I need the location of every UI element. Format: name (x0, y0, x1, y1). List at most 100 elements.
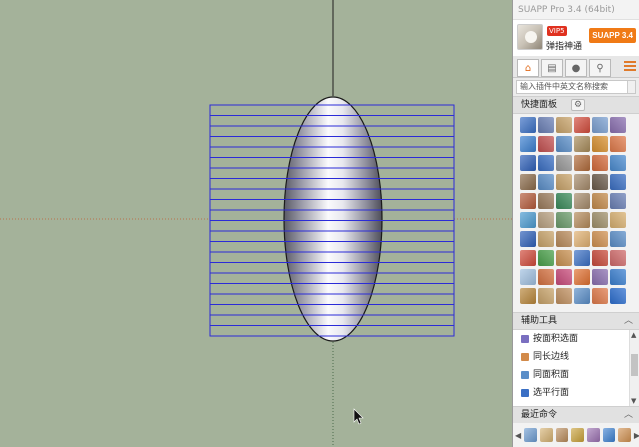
plugin-tool-icon[interactable] (556, 212, 572, 228)
plugin-tool-icon[interactable] (574, 231, 590, 247)
plugin-tool-icon[interactable] (556, 231, 572, 247)
recent-command-icon[interactable] (586, 428, 600, 442)
plugin-tool-icon[interactable] (520, 231, 536, 247)
plugin-tool-icon[interactable] (592, 250, 608, 266)
plugin-tool-icon[interactable] (556, 250, 572, 266)
panel-title: SUAPP Pro 3.4 (64bit) (513, 0, 639, 20)
tab-home[interactable]: ⌂ (517, 59, 539, 77)
helper-item[interactable]: 同长边线 (513, 348, 639, 366)
plugin-tool-icon[interactable] (610, 212, 626, 228)
plugin-tool-icon[interactable] (520, 250, 536, 266)
tab-search[interactable]: ⚲ (589, 59, 611, 77)
plugin-tool-icon[interactable] (538, 174, 554, 190)
tab-user[interactable]: ● (565, 59, 587, 77)
plugin-tool-icon[interactable] (520, 212, 536, 228)
plugin-tool-icon[interactable] (556, 193, 572, 209)
helper-tools-header[interactable]: 辅助工具 ︿ (513, 312, 639, 330)
plugin-tool-icon[interactable] (574, 269, 590, 285)
plugin-tool-icon[interactable] (556, 288, 572, 304)
username[interactable]: 弹指神通 (546, 39, 582, 52)
recent-command-icon[interactable] (524, 428, 537, 442)
plugin-tool-icon[interactable] (592, 174, 608, 190)
plugin-tool-icon[interactable] (538, 231, 554, 247)
avatar[interactable] (517, 24, 543, 50)
plugin-tool-icon[interactable] (592, 269, 608, 285)
plugin-tool-icon[interactable] (574, 288, 590, 304)
plugin-tool-icon[interactable] (538, 250, 554, 266)
plugin-tool-icon[interactable] (556, 155, 572, 171)
plugin-tool-icon[interactable] (574, 155, 590, 171)
plugin-tool-icon[interactable] (610, 117, 626, 133)
quick-panel-header[interactable]: 快捷面板 ⚙ (513, 96, 639, 114)
plugin-tool-icon[interactable] (574, 136, 590, 152)
helper-item[interactable]: 选平行面 (513, 384, 639, 402)
plugin-tool-icon[interactable] (538, 212, 554, 228)
chevron-up-icon[interactable]: ︿ (624, 313, 633, 329)
helper-item[interactable]: 按面积选面 (513, 330, 639, 348)
scroll-up-icon[interactable]: ▲ (631, 331, 636, 339)
menu-icon[interactable] (624, 61, 636, 73)
search-placeholder: 输入插件中英文名称搜索 (520, 82, 608, 91)
gear-icon[interactable]: ⚙ (571, 99, 585, 111)
search-scroll[interactable] (627, 81, 635, 93)
plugin-tool-icon[interactable] (538, 117, 554, 133)
plugin-tool-icon[interactable] (556, 174, 572, 190)
helper-item-icon (521, 389, 529, 397)
plugin-tool-icon[interactable] (592, 117, 608, 133)
brand-badge[interactable]: SUAPP 3.4 (589, 28, 636, 43)
plugin-tool-icon[interactable] (592, 288, 608, 304)
recent-command-icon[interactable] (602, 428, 616, 442)
plugin-tool-icon[interactable] (610, 136, 626, 152)
viewport-canvas[interactable] (0, 0, 512, 447)
modeling-viewport[interactable] (0, 0, 512, 447)
plugin-tool-icon[interactable] (610, 231, 626, 247)
plugin-tool-icon[interactable] (556, 117, 572, 133)
plugin-tool-icon[interactable] (520, 155, 536, 171)
scroll-right-icon[interactable]: ▶ (634, 431, 639, 440)
recent-commands-header[interactable]: 最近命令 ︿ (513, 406, 639, 424)
recent-command-icon[interactable] (555, 428, 569, 442)
helper-item[interactable]: 同面积面 (513, 366, 639, 384)
recent-command-icon[interactable] (571, 428, 584, 442)
plugin-tool-icon[interactable] (610, 193, 626, 209)
plugin-tool-icon[interactable] (574, 117, 590, 133)
plugin-tool-icon[interactable] (520, 136, 536, 152)
plugin-tool-icon[interactable] (574, 250, 590, 266)
plugin-tool-icon[interactable] (574, 193, 590, 209)
plugin-tool-icon[interactable] (520, 193, 536, 209)
scroll-down-icon[interactable]: ▼ (631, 397, 636, 405)
plugin-tool-icon[interactable] (610, 250, 626, 266)
scroll-thumb[interactable] (631, 354, 638, 376)
plugin-tool-icon[interactable] (592, 155, 608, 171)
plugin-tool-icon[interactable] (520, 117, 536, 133)
plugin-tool-icon[interactable] (538, 269, 554, 285)
scroll-left-icon[interactable]: ◀ (515, 431, 521, 440)
plugin-tool-icon[interactable] (538, 193, 554, 209)
plugin-tool-icon[interactable] (610, 155, 626, 171)
plugin-tool-icon[interactable] (538, 155, 554, 171)
plugin-tool-icon[interactable] (592, 231, 608, 247)
plugin-tool-icon[interactable] (556, 269, 572, 285)
search-icon: ⚲ (596, 62, 604, 74)
plugin-tool-icon[interactable] (520, 269, 536, 285)
plugin-tool-icon[interactable] (520, 174, 536, 190)
plugin-tool-icon[interactable] (574, 174, 590, 190)
plugin-tool-icon[interactable] (520, 288, 536, 304)
tab-chart[interactable]: ▤ (541, 59, 563, 77)
plugin-tool-icon[interactable] (610, 288, 626, 304)
plugin-tool-icon[interactable] (592, 193, 608, 209)
plugin-tool-icon[interactable] (592, 136, 608, 152)
plugin-tool-icon[interactable] (610, 269, 626, 285)
plugin-tool-icon[interactable] (556, 136, 572, 152)
chevron-up-icon[interactable]: ︿ (624, 407, 633, 423)
plugin-tool-icon[interactable] (538, 288, 554, 304)
search-input[interactable]: 输入插件中英文名称搜索 (516, 80, 636, 94)
recent-commands-row: ◀ ▶ (513, 423, 639, 447)
helper-scrollbar[interactable]: ▲ ▼ (629, 330, 639, 406)
plugin-tool-icon[interactable] (592, 212, 608, 228)
recent-command-icon[interactable] (539, 428, 553, 442)
recent-command-icon[interactable] (618, 428, 631, 442)
plugin-tool-icon[interactable] (538, 136, 554, 152)
plugin-tool-icon[interactable] (610, 174, 626, 190)
plugin-tool-icon[interactable] (574, 212, 590, 228)
